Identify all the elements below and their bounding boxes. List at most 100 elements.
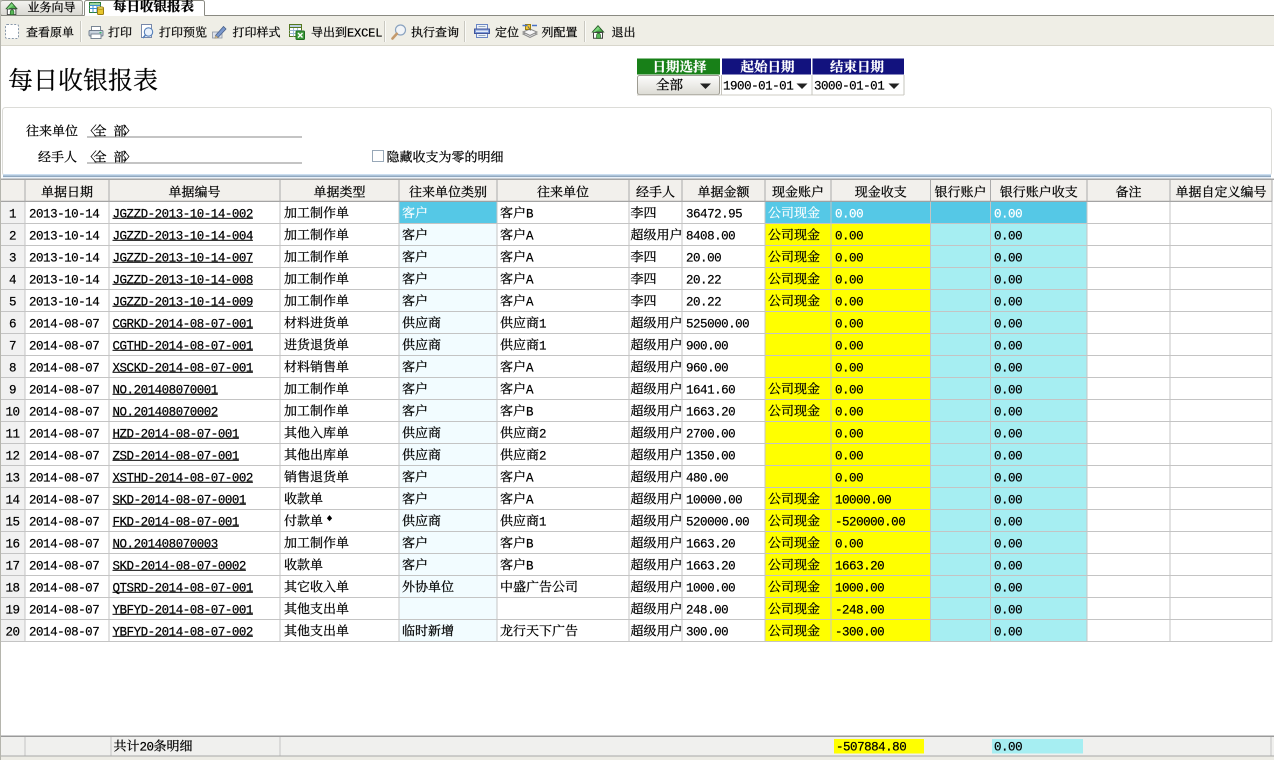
svg-text:13: 13 xyxy=(6,471,20,485)
svg-text:-507884.80: -507884.80 xyxy=(836,741,906,755)
svg-text:3: 3 xyxy=(9,251,16,265)
svg-text:0.00: 0.00 xyxy=(994,603,1022,617)
svg-text:8408.00: 8408.00 xyxy=(686,229,735,243)
svg-text:0.00: 0.00 xyxy=(835,449,863,463)
svg-text:2: 2 xyxy=(539,427,546,441)
svg-text:0.00: 0.00 xyxy=(994,273,1022,287)
svg-text:2014-08-07: 2014-08-07 xyxy=(29,427,99,441)
svg-text:1: 1 xyxy=(9,207,16,221)
svg-text:10: 10 xyxy=(6,405,20,419)
svg-text:36472.95: 36472.95 xyxy=(686,207,742,221)
svg-text:14: 14 xyxy=(6,493,20,507)
svg-text:5: 5 xyxy=(9,295,16,309)
svg-text:0.00: 0.00 xyxy=(994,405,1022,419)
svg-text:0.00: 0.00 xyxy=(994,471,1022,485)
svg-text:10000.00: 10000.00 xyxy=(686,493,742,507)
svg-text:-300.00: -300.00 xyxy=(835,625,884,639)
svg-text:2013-10-14: 2013-10-14 xyxy=(29,207,99,221)
svg-text:20: 20 xyxy=(140,741,154,755)
svg-text:2: 2 xyxy=(9,229,16,243)
svg-text:2014-08-07: 2014-08-07 xyxy=(29,603,99,617)
svg-text:0.00: 0.00 xyxy=(835,537,863,551)
svg-text:0.00: 0.00 xyxy=(994,581,1022,595)
svg-text:2014-08-07: 2014-08-07 xyxy=(29,581,99,595)
svg-text:2700.00: 2700.00 xyxy=(686,427,735,441)
svg-text:0.00: 0.00 xyxy=(994,295,1022,309)
svg-text:EXCEL: EXCEL xyxy=(347,27,382,41)
svg-text:A: A xyxy=(526,273,534,287)
svg-text:JGZZD-2013-10-14-007: JGZZD-2013-10-14-007 xyxy=(113,251,253,265)
svg-text:0.00: 0.00 xyxy=(835,295,863,309)
svg-text:4: 4 xyxy=(9,273,16,287)
svg-text:960.00: 960.00 xyxy=(686,361,728,375)
svg-text:A: A xyxy=(526,383,534,397)
svg-text:2014-08-07: 2014-08-07 xyxy=(29,515,99,529)
svg-text:20.22: 20.22 xyxy=(686,295,721,309)
svg-text:1: 1 xyxy=(539,317,546,331)
svg-text:A: A xyxy=(526,493,534,507)
svg-text:0.00: 0.00 xyxy=(994,537,1022,551)
svg-text:0.00: 0.00 xyxy=(835,383,863,397)
svg-text:2014-08-07: 2014-08-07 xyxy=(29,537,99,551)
svg-text:1350.00: 1350.00 xyxy=(686,449,735,463)
svg-text:SKD-2014-08-07-0001: SKD-2014-08-07-0001 xyxy=(113,493,246,507)
svg-text:248.00: 248.00 xyxy=(686,603,728,617)
svg-text:A: A xyxy=(526,229,534,243)
svg-text:2013-10-14: 2013-10-14 xyxy=(29,295,99,309)
svg-text:JGZZD-2013-10-14-004: JGZZD-2013-10-14-004 xyxy=(113,229,253,243)
svg-text:-520000.00: -520000.00 xyxy=(835,515,905,529)
svg-text:0.00: 0.00 xyxy=(835,339,863,353)
svg-text:NO.201408070001: NO.201408070001 xyxy=(113,383,218,397)
svg-text:1663.20: 1663.20 xyxy=(835,559,884,573)
svg-text:2014-08-07: 2014-08-07 xyxy=(29,471,99,485)
svg-text:20.00: 20.00 xyxy=(686,251,721,265)
svg-text:B: B xyxy=(526,405,534,419)
svg-text:6: 6 xyxy=(9,317,16,331)
svg-text:2013-10-14: 2013-10-14 xyxy=(29,273,99,287)
svg-text:0.00: 0.00 xyxy=(994,317,1022,331)
svg-text:A: A xyxy=(526,471,534,485)
svg-text:JGZZD-2013-10-14-008: JGZZD-2013-10-14-008 xyxy=(113,273,253,287)
svg-text:0.00: 0.00 xyxy=(994,207,1022,221)
svg-text:520000.00: 520000.00 xyxy=(686,515,749,529)
svg-text:0.00: 0.00 xyxy=(994,559,1022,573)
svg-text:10000.00: 10000.00 xyxy=(835,493,891,507)
svg-text:2014-08-07: 2014-08-07 xyxy=(29,339,99,353)
svg-text:CGTHD-2014-08-07-001: CGTHD-2014-08-07-001 xyxy=(113,339,253,353)
svg-text:YBFYD-2014-08-07-001: YBFYD-2014-08-07-001 xyxy=(113,603,253,617)
svg-text:0.00: 0.00 xyxy=(835,361,863,375)
svg-text:0.00: 0.00 xyxy=(994,493,1022,507)
svg-text:15: 15 xyxy=(6,515,20,529)
svg-text:1000.00: 1000.00 xyxy=(686,581,735,595)
svg-text:0.00: 0.00 xyxy=(835,273,863,287)
svg-text:QTSRD-2014-08-07-001: QTSRD-2014-08-07-001 xyxy=(113,581,253,595)
svg-text:2014-08-07: 2014-08-07 xyxy=(29,559,99,573)
svg-text:2014-08-07: 2014-08-07 xyxy=(29,361,99,375)
svg-text:A: A xyxy=(526,295,534,309)
svg-text:900.00: 900.00 xyxy=(686,339,728,353)
svg-text:480.00: 480.00 xyxy=(686,471,728,485)
svg-text:XSCKD-2014-08-07-001: XSCKD-2014-08-07-001 xyxy=(113,361,253,375)
svg-text:16: 16 xyxy=(6,537,20,551)
svg-text:-248.00: -248.00 xyxy=(835,603,884,617)
svg-text:2014-08-07: 2014-08-07 xyxy=(29,383,99,397)
svg-text:0.00: 0.00 xyxy=(835,427,863,441)
svg-text:1: 1 xyxy=(539,339,546,353)
svg-text:2014-08-07: 2014-08-07 xyxy=(29,317,99,331)
svg-text:0.00: 0.00 xyxy=(835,471,863,485)
svg-text:2: 2 xyxy=(539,449,546,463)
svg-text:JGZZD-2013-10-14-009: JGZZD-2013-10-14-009 xyxy=(113,295,253,309)
svg-text:0.00: 0.00 xyxy=(994,361,1022,375)
svg-text:2014-08-07: 2014-08-07 xyxy=(29,493,99,507)
svg-text:8: 8 xyxy=(9,361,16,375)
svg-text:7: 7 xyxy=(9,339,16,353)
svg-text:1000.00: 1000.00 xyxy=(835,581,884,595)
svg-text:0.00: 0.00 xyxy=(835,229,863,243)
svg-text:12: 12 xyxy=(6,449,20,463)
svg-text:9: 9 xyxy=(9,383,16,397)
svg-text:0.00: 0.00 xyxy=(994,383,1022,397)
svg-text:1663.20: 1663.20 xyxy=(686,537,735,551)
svg-text:FKD-2014-08-07-001: FKD-2014-08-07-001 xyxy=(113,515,239,529)
svg-text:2014-08-07: 2014-08-07 xyxy=(29,449,99,463)
svg-text:0.00: 0.00 xyxy=(994,449,1022,463)
